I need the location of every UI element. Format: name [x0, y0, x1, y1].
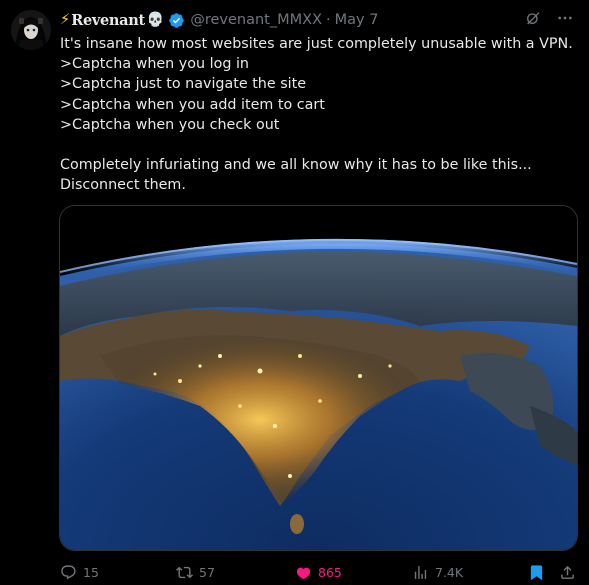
tweet-line: >Captcha when you log in [60, 56, 249, 73]
header-actions [525, 10, 573, 26]
tweet-actions: 15 57 865 7.4K [60, 562, 580, 582]
bookmark-icon [530, 564, 543, 580]
reply-count: 15 [83, 564, 99, 580]
repost-icon [176, 566, 193, 578]
verified-badge-icon[interactable] [168, 12, 185, 29]
share-button[interactable] [559, 562, 576, 582]
tweet: ⚡ Revenant 💀 @revenant_MMXX · May 7 It's… [0, 0, 589, 585]
tweet-line: Disconnect them. [60, 177, 186, 194]
earth-night-image [60, 206, 577, 550]
views-button[interactable]: 7.4K [412, 562, 463, 582]
like-count: 865 [318, 564, 342, 580]
bookmark-button[interactable] [528, 562, 545, 582]
reply-button[interactable]: 15 [60, 562, 99, 582]
tweet-line: It's insane how most websites are just c… [60, 36, 573, 52]
tweet-line: Completely infuriating and we all know w… [60, 157, 532, 174]
reply-icon [61, 564, 76, 579]
tweet-date[interactable]: May 7 [335, 12, 379, 28]
repost-button[interactable]: 57 [176, 562, 215, 582]
tweet-line: >Captcha when you check out [60, 116, 280, 133]
avatar-image [11, 10, 51, 50]
more-icon[interactable] [557, 10, 573, 26]
author-handle[interactable]: @revenant_MMXX [190, 12, 322, 28]
tweet-text: It's insane how most websites are just c… [60, 34, 580, 196]
heart-icon [296, 567, 311, 579]
views-icon [414, 565, 427, 579]
tweet-header: ⚡ Revenant 💀 @revenant_MMXX · May 7 [60, 9, 378, 31]
repost-count: 57 [199, 564, 215, 580]
display-name[interactable]: Revenant [71, 12, 145, 29]
view-count: 7.4K [435, 564, 464, 580]
like-button[interactable]: 865 [295, 562, 342, 582]
tweet-image[interactable] [59, 205, 578, 551]
skull-icon: 💀 [146, 12, 165, 28]
tweet-line: >Captcha just to navigate the site [60, 76, 307, 93]
grok-icon[interactable] [525, 10, 541, 26]
lightning-bolt-icon: ⚡ [60, 12, 71, 28]
tweet-line: >Captcha when you add item to cart [60, 96, 325, 113]
tweet-line [60, 135, 580, 155]
share-icon [561, 565, 574, 579]
avatar[interactable] [11, 10, 51, 50]
separator-dot: · [326, 12, 331, 28]
